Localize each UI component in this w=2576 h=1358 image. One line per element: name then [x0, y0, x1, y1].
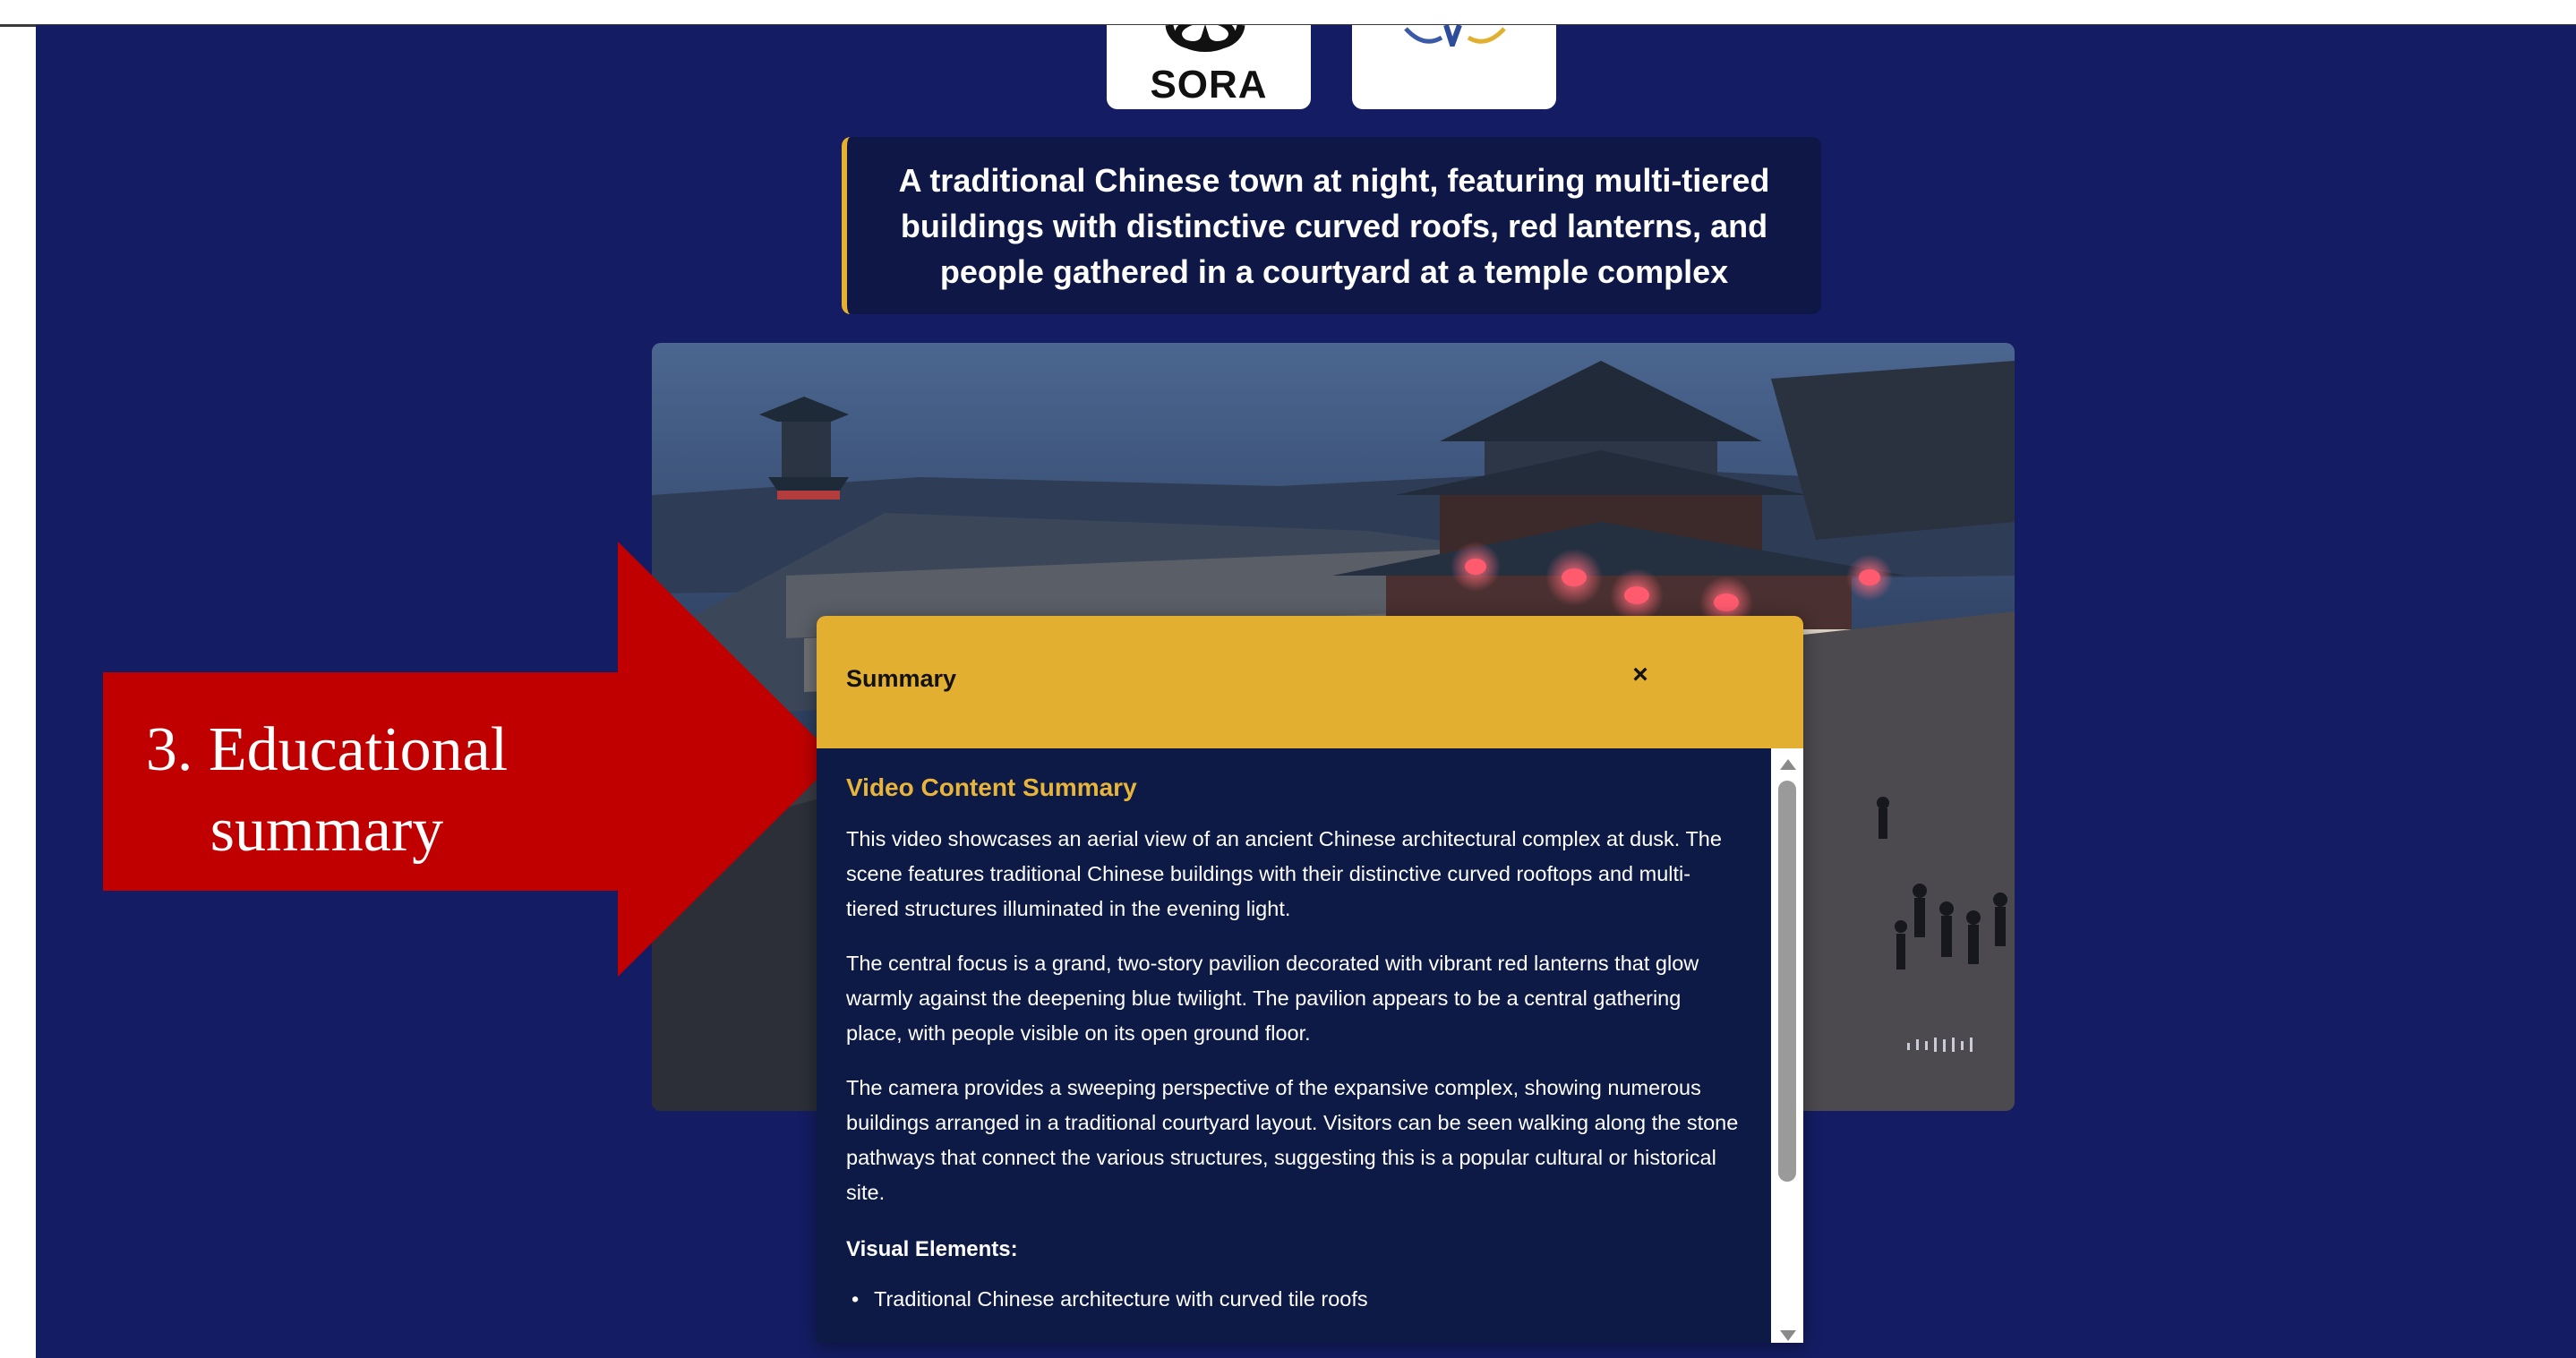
sora-logo-label: SORA [1150, 63, 1268, 107]
scroll-down-arrow-icon[interactable] [1780, 1330, 1796, 1341]
summary-paragraph-1: This video showcases an aerial view of a… [846, 827, 1722, 920]
modal-scrollbar[interactable] [1771, 748, 1803, 1343]
summary-modal-title: Summary [846, 665, 957, 692]
summary-paragraph-3: The camera provides a sweeping perspecti… [846, 1076, 1739, 1204]
summary-modal-header: Summary × [817, 616, 1803, 748]
visual-elements-list: Traditional Chinese architecture with cu… [846, 1285, 1742, 1312]
summary-heading: Video Content Summary [846, 773, 1137, 801]
visual-elements-heading: Visual Elements: [846, 1237, 1018, 1261]
scrollbar-thumb[interactable] [1778, 781, 1796, 1182]
list-item: Traditional Chinese architecture with cu… [846, 1285, 1742, 1312]
callout-label: 3. Educational summary [112, 710, 542, 871]
callout-label-line1: 3. Educational [145, 715, 509, 784]
video-caption-box: A traditional Chinese town at night, fea… [842, 137, 1821, 314]
summary-modal-body: Video Content Summary This video showcas… [846, 748, 1742, 1312]
partner-emblem-icon [1404, 25, 1506, 47]
summary-paragraph-2: The central focus is a grand, two-story … [846, 952, 1699, 1045]
sora-logo-card[interactable]: SORA [1107, 25, 1311, 109]
close-icon[interactable]: × [1622, 657, 1658, 693]
scroll-up-arrow-icon[interactable] [1780, 759, 1796, 770]
summary-modal: Summary × Video Content Summary This vid… [817, 616, 1803, 1343]
sora-knot-icon [1165, 25, 1245, 52]
partner-logo-card[interactable] [1352, 25, 1556, 109]
video-caption-text: A traditional Chinese town at night, fea… [898, 161, 1770, 290]
callout-label-line2: summary [210, 796, 444, 865]
browser-top-edge [0, 0, 2576, 27]
